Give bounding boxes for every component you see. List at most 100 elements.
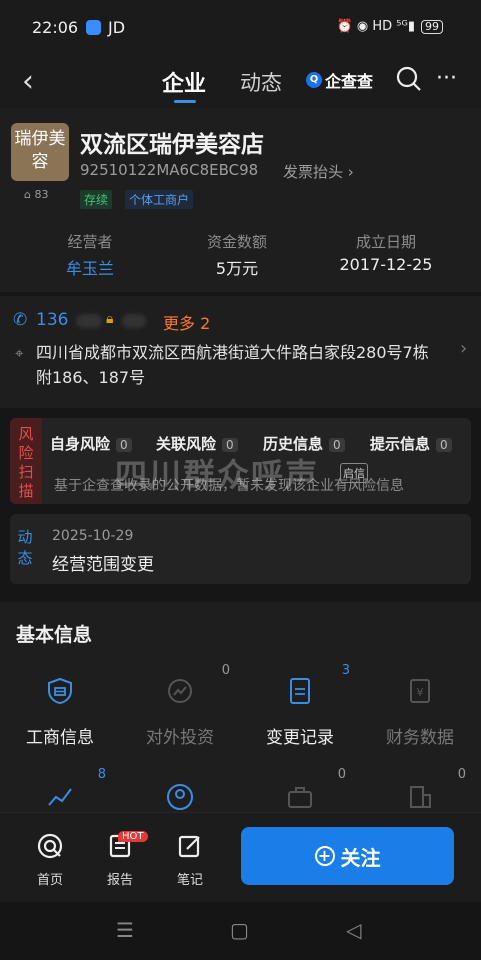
dynamic-side-text: 动态 [17, 528, 33, 567]
view-count-value: 83 [34, 188, 49, 201]
grid-row2-4[interactable]: 0 [360, 759, 480, 812]
investment-icon [168, 679, 192, 703]
eye-icon: ⌂ [24, 188, 35, 201]
company-header: 瑞伊美容 ⌂ 83 双流区瑞伊美容店 92510122MA6C8EBC98 发票… [0, 108, 481, 292]
status-badge: 存续 [80, 190, 113, 209]
risk-scan-label: 风险扫描 [10, 418, 42, 504]
grid-business-info[interactable]: 工商信息 [0, 657, 120, 757]
phone-icon: ✆ [13, 310, 28, 330]
watermark-text: 四川群众呼声 [115, 456, 320, 494]
grid-investment-label: 对外投资 [146, 728, 214, 748]
more-icon[interactable]: ··· [436, 66, 457, 91]
home-button[interactable]: 首页 [20, 833, 80, 888]
status-bar: 22:06 JD ⏰ ◉ HD ⁵ᴳ▮ 99 [0, 0, 481, 56]
lock-icon: 🔒︎ [106, 311, 114, 327]
phone-masked-2 [122, 314, 146, 328]
risk-scan-card[interactable]: 风险扫描 自身风险 0 关联风险 0 历史信息 0 提示信息 0 基于企查查收录的公开数… [10, 418, 471, 504]
back-icon[interactable]: ‹ [22, 64, 34, 99]
brand-logo: Q 企查查 [306, 68, 373, 92]
battery-icon: 99 [421, 19, 443, 34]
grid-change-records[interactable]: 变更记录 3 [240, 657, 360, 757]
tab-company[interactable]: 企业 [162, 66, 206, 98]
jd-app-icon [86, 20, 101, 35]
status-app-label: JD [108, 18, 126, 37]
person-icon [167, 784, 193, 810]
grid-row2-1[interactable]: 8 [0, 759, 120, 812]
chevron-right-icon[interactable]: › [460, 338, 467, 359]
status-time: 22:06 [32, 18, 79, 37]
home-square-icon[interactable]: ▢ [230, 918, 249, 942]
company-logo: 瑞伊美容 [11, 123, 69, 181]
status-icons-group: ⏰ ◉ HD ⁵ᴳ▮ [336, 19, 415, 34]
grid-row2-3[interactable]: 0 [240, 759, 360, 812]
notes-button[interactable]: 笔记 [160, 833, 220, 888]
operator-label: 经营者 [67, 233, 113, 251]
change-records-icon [290, 678, 310, 704]
dynamic-card[interactable]: 动态 2025-10-29 经营范围变更 [10, 514, 471, 584]
home-label: 首页 [36, 873, 63, 888]
tab-news[interactable]: 动态 [240, 67, 282, 97]
watermark-badge: 启信 [340, 463, 368, 483]
system-nav-bar: ☰ ▢ ◁ [0, 902, 481, 960]
grid-row2-2[interactable] [120, 759, 240, 812]
contact-section: ✆ 136 🔒︎ 更多 2 ⌖ 四川省成都市双流区西航港街道大件路白家段280号… [0, 296, 481, 408]
invoice-link[interactable]: 发票抬头 › [283, 161, 354, 182]
status-icons: ⏰ ◉ HD ⁵ᴳ▮ 99 [337, 19, 443, 34]
founded-value: 2017-12-25 [339, 255, 433, 274]
capital-value: 5万元 [215, 259, 259, 278]
shield-icon [48, 677, 72, 705]
phone-masked [76, 314, 102, 328]
grid-row2-3-count: 0 [337, 767, 346, 782]
building-icon [410, 786, 431, 808]
svg-text:¥: ¥ [417, 686, 424, 699]
view-count: ⌂ 83 [24, 188, 48, 201]
grid-change-records-label: 变更记录 [266, 728, 334, 748]
risk-hint-count: 0 [436, 438, 452, 452]
risk-hint-label: 提示信息 [370, 435, 431, 453]
grid-change-records-count: 3 [341, 663, 350, 678]
home-icon [37, 833, 63, 859]
founded-label: 成立日期 [355, 233, 416, 251]
grid-business-info-label: 工商信息 [26, 728, 94, 748]
more-phones-link[interactable]: 更多 2 [163, 310, 210, 334]
menu-icon[interactable]: ☰ [116, 918, 134, 942]
back-triangle-icon[interactable]: ◁ [346, 918, 361, 942]
type-badge: 个体工商户 [125, 190, 194, 209]
operator-name[interactable]: 牟玉兰 [25, 255, 155, 279]
hot-badge: HOT [118, 831, 148, 842]
grid-investment-count: 0 [221, 663, 230, 678]
dynamic-date: 2025-10-29 [52, 528, 134, 544]
risk-self-label: 自身风险 [50, 435, 111, 453]
follow-button[interactable]: + 关注 [241, 827, 454, 885]
search-icon[interactable] [396, 66, 422, 92]
brand-mark-icon: Q [306, 72, 322, 88]
basic-info-section: 基本信息 工商信息 对外投资 0 变更记录 3 ¥ 财务数据 8 0 0 [0, 602, 481, 812]
follow-label: 关注 [340, 845, 381, 870]
risk-history-count: 0 [329, 438, 345, 452]
risk-scan-side-text: 风险扫描 [18, 425, 34, 500]
credit-code: 92510122MA6C8EBC98 [80, 161, 259, 179]
capital-label: 资金数额 [206, 233, 267, 251]
grid-financial-label: 财务数据 [386, 728, 454, 748]
brand-name: 企查查 [325, 72, 374, 91]
edit-icon [178, 835, 200, 858]
briefcase-icon [288, 787, 312, 808]
report-label: 报告 [106, 873, 133, 888]
address[interactable]: 四川省成都市双流区西航港街道大件路白家段280号7栋附186、187号 [36, 340, 436, 390]
grid-financial[interactable]: ¥ 财务数据 [360, 657, 480, 757]
location-pin-icon: ⌖ [15, 344, 24, 362]
grid-row2-4-count: 0 [457, 767, 466, 782]
dynamic-text: 经营范围变更 [52, 555, 154, 575]
company-name: 双流区瑞伊美容店 [80, 132, 264, 158]
basic-info-title: 基本信息 [16, 624, 93, 646]
financial-icon: ¥ [410, 679, 430, 703]
dynamic-label: 动态 [10, 514, 40, 584]
bottom-action-bar: 首页 报告 HOT 笔记 + 关注 [0, 812, 481, 902]
tab-active-indicator [174, 100, 196, 103]
phone-number[interactable]: 136 [36, 310, 68, 330]
risk-hint[interactable]: 提示信息 0 [370, 433, 452, 454]
grid-investment[interactable]: 对外投资 0 [120, 657, 240, 757]
grid-row2-1-count: 8 [97, 767, 106, 782]
notes-label: 笔记 [176, 873, 203, 888]
trend-icon [48, 788, 72, 806]
